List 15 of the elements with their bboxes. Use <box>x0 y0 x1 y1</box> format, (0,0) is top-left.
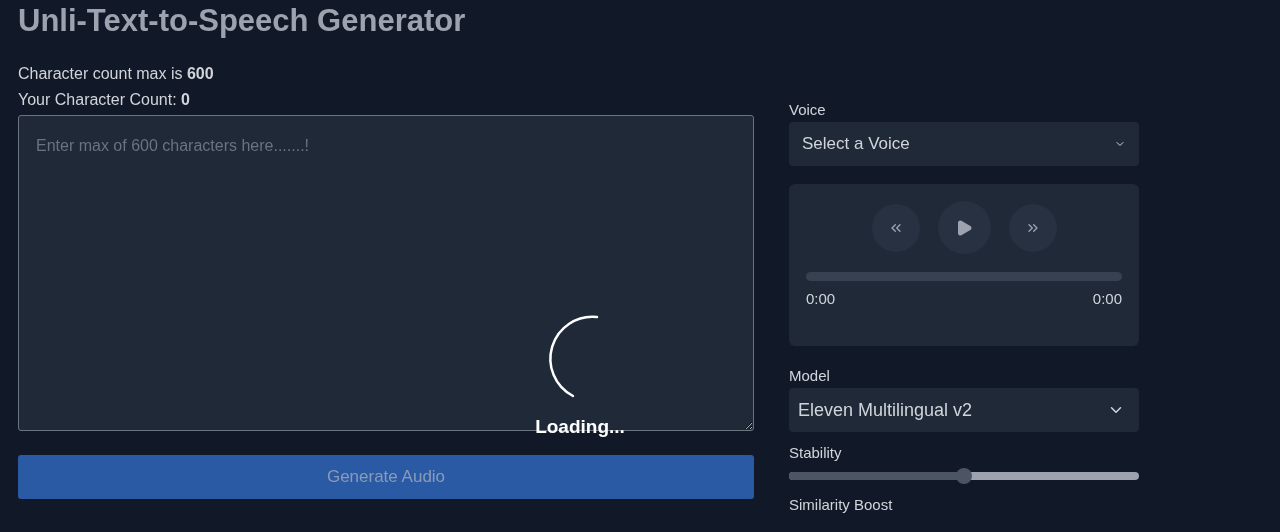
model-select[interactable]: Eleven Multilingual v2 <box>789 388 1139 432</box>
character-count-text: Your Character Count: 0 <box>18 90 191 110</box>
voice-label: Voice <box>789 100 827 120</box>
similarity-boost-label: Similarity Boost <box>789 496 894 514</box>
model-label: Model <box>789 366 831 386</box>
progress-bar[interactable] <box>806 272 1122 281</box>
current-time: 0:00 <box>806 289 836 309</box>
stability-slider[interactable] <box>789 468 1139 484</box>
voice-select[interactable]: Select a Voice <box>789 122 1139 166</box>
page-title: Unli-Text-to-Speech Generator <box>18 2 467 40</box>
stability-label: Stability <box>789 443 843 463</box>
max-count-text: Character count max is 600 <box>18 64 215 84</box>
duration-time: 0:00 <box>1092 289 1122 309</box>
play-icon <box>955 218 973 237</box>
play-button[interactable] <box>937 201 991 254</box>
